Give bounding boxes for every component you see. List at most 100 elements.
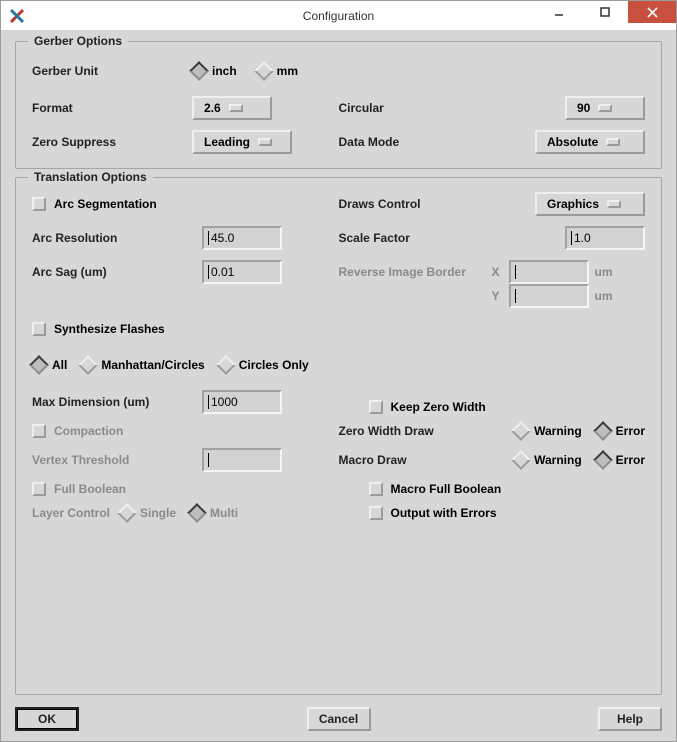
minimize-button[interactable]	[536, 1, 582, 23]
synth-manhattan-circles-radio[interactable]: Manhattan/Circles	[81, 358, 204, 372]
macro-full-boolean-checkbox[interactable]: Macro Full Boolean	[369, 482, 502, 496]
button-bar: OK Cancel Help	[15, 703, 662, 731]
dropdown-knub-icon	[606, 138, 620, 146]
data-mode-value: Absolute	[547, 135, 598, 149]
arc-segmentation-checkbox[interactable]: Arc Segmentation	[32, 197, 157, 211]
text-caret-icon	[515, 289, 516, 303]
diamond-radio-icon	[254, 61, 274, 81]
data-mode-label: Data Mode	[339, 135, 469, 149]
help-button[interactable]: Help	[598, 707, 662, 731]
format-dropdown[interactable]: 2.6	[192, 96, 272, 120]
diamond-radio-icon	[117, 503, 137, 523]
checkbox-icon	[369, 506, 383, 520]
macro-draw-warning-radio[interactable]: Warning	[514, 453, 582, 467]
translation-options-legend: Translation Options	[28, 170, 153, 184]
gerber-unit-label: Gerber Unit	[32, 64, 192, 78]
checkbox-icon	[32, 482, 46, 496]
checkbox-icon	[32, 424, 46, 438]
maximize-button[interactable]	[582, 1, 628, 23]
synth-all-radio[interactable]: All	[32, 358, 67, 372]
vertex-threshold-label: Vertex Threshold	[32, 453, 202, 467]
synth-manhattan-circles-label: Manhattan/Circles	[101, 358, 204, 372]
app-icon	[7, 6, 27, 26]
arc-sag-value: 0.01	[211, 265, 234, 279]
arc-sag-input[interactable]: 0.01	[202, 260, 282, 284]
max-dimension-input[interactable]: 1000	[202, 390, 282, 414]
arc-segmentation-label: Arc Segmentation	[54, 197, 157, 211]
text-caret-icon	[208, 453, 209, 467]
cancel-button-label: Cancel	[319, 712, 358, 726]
gerber-unit-mm-radio[interactable]: mm	[257, 64, 298, 78]
close-button[interactable]	[628, 1, 676, 23]
synth-circles-only-radio[interactable]: Circles Only	[219, 358, 309, 372]
text-caret-icon	[571, 231, 572, 245]
diamond-radio-icon	[511, 421, 531, 441]
macro-draw-warning-label: Warning	[534, 453, 582, 467]
gerber-unit-row: Gerber Unit inch mm	[32, 56, 645, 86]
arc-resolution-label: Arc Resolution	[32, 231, 202, 245]
scale-factor-input[interactable]: 1.0	[565, 226, 645, 250]
format-value: 2.6	[204, 101, 221, 115]
vertex-threshold-input[interactable]	[202, 448, 282, 472]
synthesize-flashes-checkbox[interactable]: Synthesize Flashes	[32, 322, 165, 336]
circular-dropdown[interactable]: 90	[565, 96, 645, 120]
zero-suppress-label: Zero Suppress	[32, 135, 192, 149]
macro-draw-error-radio[interactable]: Error	[596, 453, 645, 467]
draws-control-dropdown[interactable]: Graphics	[535, 192, 645, 216]
checkbox-icon	[369, 482, 383, 496]
reverse-border-y-label: Y	[489, 289, 503, 303]
diamond-radio-icon	[29, 355, 49, 375]
dropdown-knub-icon	[598, 104, 612, 112]
synthesize-flashes-label: Synthesize Flashes	[54, 322, 165, 336]
gerber-unit-inch-radio[interactable]: inch	[192, 64, 237, 78]
arc-resolution-input[interactable]: 45.0	[202, 226, 282, 250]
gerber-options-group: Gerber Options Gerber Unit inch mm	[15, 41, 662, 169]
zero-suppress-dropdown[interactable]: Leading	[192, 130, 292, 154]
draws-control-label: Draws Control	[339, 197, 469, 211]
ok-button[interactable]: OK	[15, 707, 79, 731]
reverse-border-y-unit: um	[595, 289, 619, 303]
keep-zero-width-label: Keep Zero Width	[391, 400, 486, 414]
gerber-options-legend: Gerber Options	[28, 34, 128, 48]
layer-control-single-label: Single	[140, 506, 176, 520]
cancel-button[interactable]: Cancel	[307, 707, 371, 731]
ok-button-label: OK	[38, 712, 56, 726]
text-caret-icon	[208, 265, 209, 279]
diamond-radio-icon	[78, 355, 98, 375]
zero-width-warning-label: Warning	[534, 424, 582, 438]
zero-width-draw-warning-radio[interactable]: Warning	[514, 424, 582, 438]
gerber-unit-mm-label: mm	[277, 64, 298, 78]
data-mode-dropdown[interactable]: Absolute	[535, 130, 645, 154]
checkbox-icon	[32, 322, 46, 336]
translation-options-group: Translation Options Arc Segmentation Dra…	[15, 177, 662, 695]
text-caret-icon	[208, 395, 209, 409]
zero-suppress-value: Leading	[204, 135, 250, 149]
dropdown-knub-icon	[258, 138, 272, 146]
full-boolean-checkbox[interactable]: Full Boolean	[32, 482, 126, 496]
zero-width-draw-error-radio[interactable]: Error	[596, 424, 645, 438]
diamond-radio-icon	[511, 450, 531, 470]
arc-resolution-value: 45.0	[211, 231, 234, 245]
dropdown-knub-icon	[607, 200, 621, 208]
checkbox-icon	[32, 197, 46, 211]
diamond-radio-icon	[593, 450, 613, 470]
zero-width-draw-label: Zero Width Draw	[339, 424, 479, 438]
layer-control-multi-radio[interactable]: Multi	[190, 506, 238, 520]
keep-zero-width-checkbox[interactable]: Keep Zero Width	[369, 400, 486, 414]
gerber-unit-inch-label: inch	[212, 64, 237, 78]
circular-value: 90	[577, 101, 590, 115]
reverse-border-x-input[interactable]	[509, 260, 589, 284]
reverse-border-x-label: X	[489, 265, 503, 279]
output-with-errors-checkbox[interactable]: Output with Errors	[369, 506, 497, 520]
help-button-label: Help	[617, 712, 643, 726]
output-with-errors-label: Output with Errors	[391, 506, 497, 520]
layer-control-single-radio[interactable]: Single	[120, 506, 176, 520]
client-area: Gerber Options Gerber Unit inch mm	[1, 31, 676, 741]
compaction-label: Compaction	[54, 424, 123, 438]
diamond-radio-icon	[189, 61, 209, 81]
window-controls	[536, 1, 676, 30]
text-caret-icon	[515, 265, 516, 279]
diamond-radio-icon	[216, 355, 236, 375]
compaction-checkbox[interactable]: Compaction	[32, 424, 123, 438]
reverse-border-y-input[interactable]	[509, 284, 589, 308]
